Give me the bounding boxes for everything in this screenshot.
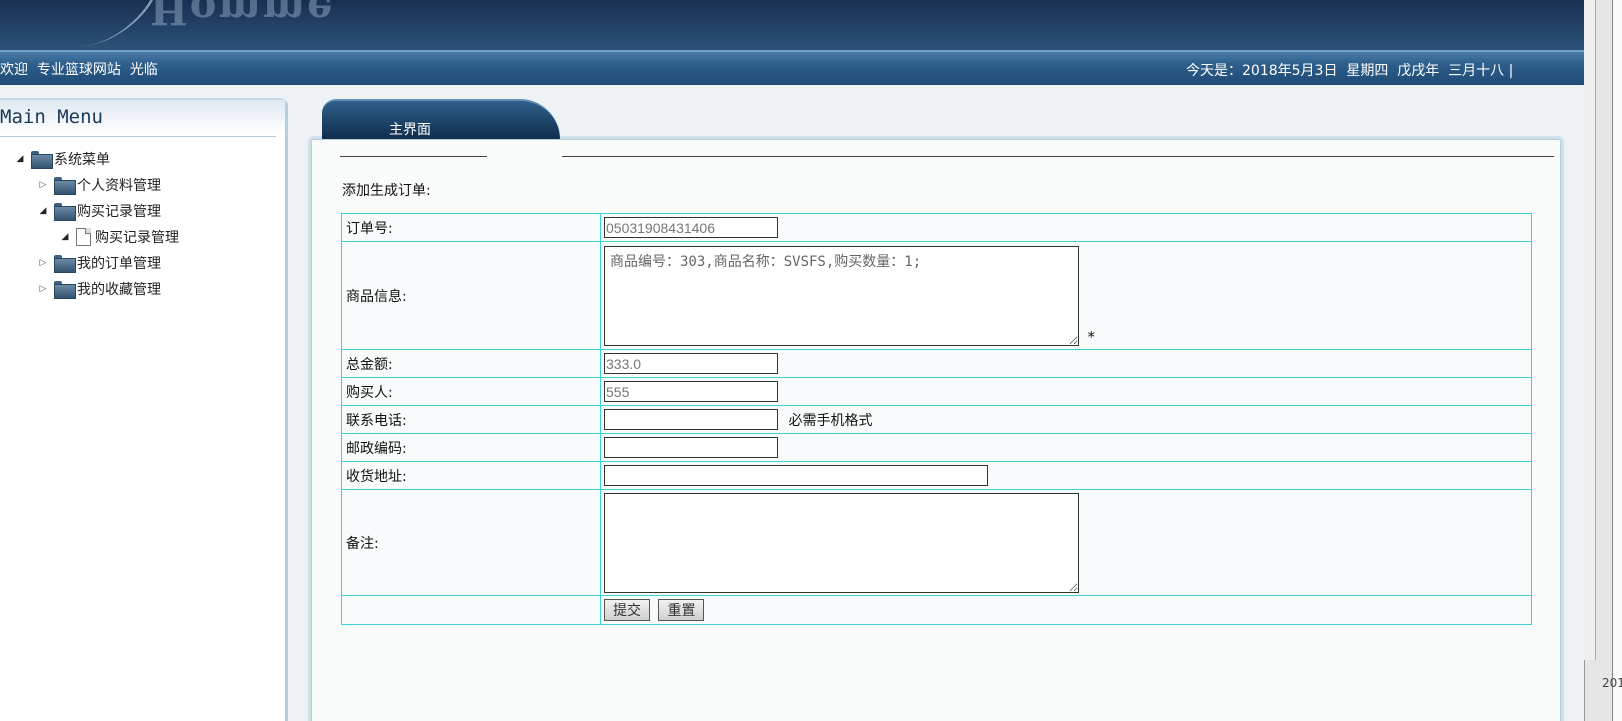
tree-item-label: 个人资料管理 [77,178,161,194]
welcome-bar: 欢迎 专业篮球网站 光临 今天是：2018年5月3日 星期四 戊戌年 三月十八 … [0,50,1584,85]
phone-label: 联系电话: [341,405,601,434]
banner-logo: Homme [150,0,335,33]
window-edge [1612,0,1622,721]
folder-icon [54,281,76,299]
form-row-buyer: 购买人: [341,377,1532,406]
form-row-order-no: 订单号: [341,213,1532,242]
scrollbar[interactable] [1584,0,1596,660]
welcome-text: 欢迎 专业篮球网站 光临 [0,62,158,78]
tree-item-label: 购买记录管理 [77,204,161,220]
corner-text: 201 [1602,676,1622,690]
folder-icon [54,203,76,221]
sidebar-header: Main Menu [0,100,285,134]
order-no-label: 订单号: [341,213,601,242]
buyer-input[interactable] [604,381,778,402]
address-input[interactable] [604,465,988,486]
tree-item-favorites[interactable]: ▷ 我的收藏管理 [36,278,161,300]
goods-info-textarea[interactable]: 商品编号：303,商品名称：SVSFS,购买数量：1; [604,245,1079,346]
folder-icon [31,151,53,169]
tree-root[interactable]: ◢ 系统菜单 [13,148,110,170]
collapse-triangle-icon[interactable]: ◢ [36,204,50,218]
form-row-phone: 联系电话: 必需手机格式 [341,405,1532,434]
phone-input[interactable] [604,409,778,430]
total-label: 总金额: [341,349,601,378]
phone-format-hint: 必需手机格式 [788,412,873,429]
buyer-label: 购买人: [341,377,601,406]
tree-item-purchase-records[interactable]: ◢ 购买记录管理 [36,200,161,222]
total-input[interactable] [604,353,778,374]
reset-button[interactable]: 重置 [658,599,705,621]
address-label: 收货地址: [341,461,601,490]
goods-info-label: 商品信息: [341,241,601,350]
sidebar: Main Menu ◢ 系统菜单 ▷ 个人资料管理 ◢ 购买记录管理 ◢ 购买记… [0,98,288,721]
submit-button[interactable]: 提交 [604,599,650,621]
remarks-textarea[interactable] [604,492,1079,593]
tree-item-label: 我的订单管理 [77,256,161,272]
collapse-triangle-icon: ◢ [61,232,69,242]
remarks-label: 备注: [341,489,601,596]
form-row-postcode: 邮政编码: [341,433,1532,462]
banner-swoosh-graphic [6,0,154,46]
tree-root-label: 系统菜单 [54,152,110,168]
tree-item-orders[interactable]: ▷ 我的订单管理 [36,252,161,274]
tab-main[interactable]: 主界面 [322,99,560,139]
postcode-label: 邮政编码: [341,433,601,462]
required-mark: * [1087,327,1095,346]
expand-triangle-icon[interactable]: ▷ [36,282,50,296]
form-row-goods-info: 商品信息: 商品编号：303,商品名称：SVSFS,购买数量：1; * [341,241,1532,350]
order-form-table: 订单号: 商品信息: 商品编号：303,商品名称：SVSFS,购买数量：1; *… [341,213,1532,625]
tab-main-label: 主界面 [389,122,431,138]
folder-icon [54,255,76,273]
form-row-remarks: 备注: [341,489,1532,596]
document-icon [76,228,91,246]
menu-title: Main Menu [0,106,103,128]
tree-item-profile[interactable]: ▷ 个人资料管理 [36,174,161,196]
form-row-total: 总金额: [341,349,1532,378]
tree-subitem-purchase-records[interactable]: ◢ 购买记录管理 [58,226,179,248]
order-no-input[interactable] [604,217,778,238]
postcode-input[interactable] [604,437,778,458]
tree-subitem-label: 购买记录管理 [95,230,179,246]
tab-underline [340,156,487,157]
folder-icon [54,177,76,195]
expand-triangle-icon[interactable]: ▷ [36,178,50,192]
tab-underline-rest [562,156,1554,157]
form-row-actions: 提交 重置 [341,595,1532,625]
form-row-address: 收货地址: [341,461,1532,490]
header-banner: Homme [0,0,1584,50]
tree-item-label: 我的收藏管理 [77,282,161,298]
expand-triangle-icon[interactable]: ▷ [36,256,50,270]
form-title: 添加生成订单: [342,183,431,199]
menu-divider [0,136,276,137]
date-text: 今天是：2018年5月3日 星期四 戊戌年 三月十八 | [1186,63,1514,79]
collapse-triangle-icon[interactable]: ◢ [13,152,27,166]
